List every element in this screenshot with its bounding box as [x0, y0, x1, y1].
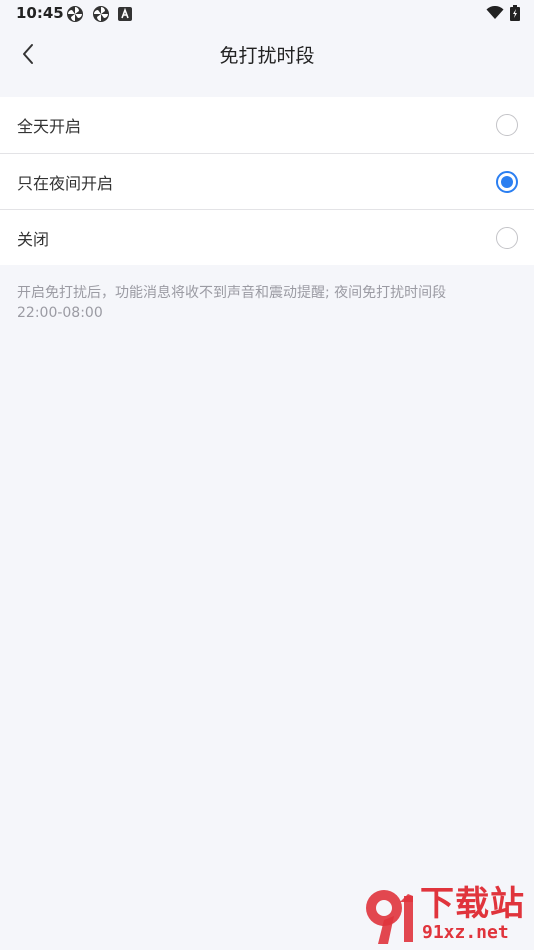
radio-button[interactable]: [496, 114, 518, 136]
watermark-logo: [366, 890, 413, 944]
hint-line: 开启免打扰后，功能消息将收不到声音和震动提醒; 夜间免打扰时间段: [17, 285, 447, 301]
hint-text: 开启免打扰后，功能消息将收不到声音和震动提醒; 夜间免打扰时间段 22:00-0…: [17, 283, 517, 323]
option-label: 只在夜间开启: [17, 173, 114, 193]
radio-dot: [501, 175, 513, 188]
watermark-domain: 91xz.net: [422, 922, 509, 943]
pinwheel-icon: [67, 6, 83, 22]
hint-time-range: 22:00-08:00: [17, 305, 103, 321]
a-box-icon: [118, 7, 132, 21]
battery-charging-icon: [510, 5, 520, 21]
radio-button-selected[interactable]: [496, 170, 518, 193]
dnd-options-list: 全天开启 只在夜间开启 关闭: [0, 97, 534, 265]
option-label: 全天开启: [17, 117, 82, 136]
pinwheel-icon: [93, 6, 109, 22]
watermark-title: 下载站: [420, 884, 525, 924]
status-bar: 10:45: [0, 0, 534, 28]
system-icons: [486, 5, 520, 21]
radio-button[interactable]: [496, 226, 518, 249]
watermark: 下载站 91xz.net: [362, 886, 530, 946]
option-label: 关闭: [17, 229, 50, 249]
notification-icons: [66, 5, 132, 23]
wifi-icon: [486, 6, 504, 19]
chevron-left-icon: [23, 44, 33, 64]
option-off[interactable]: 关闭: [0, 209, 534, 265]
app-header: 免打扰时段: [0, 28, 534, 80]
option-all-day[interactable]: 全天开启: [0, 97, 534, 153]
back-button[interactable]: [12, 38, 44, 70]
status-time: 10:45: [16, 4, 64, 22]
page-title: 免打扰时段: [219, 44, 315, 67]
option-night-only[interactable]: 只在夜间开启: [0, 153, 534, 209]
